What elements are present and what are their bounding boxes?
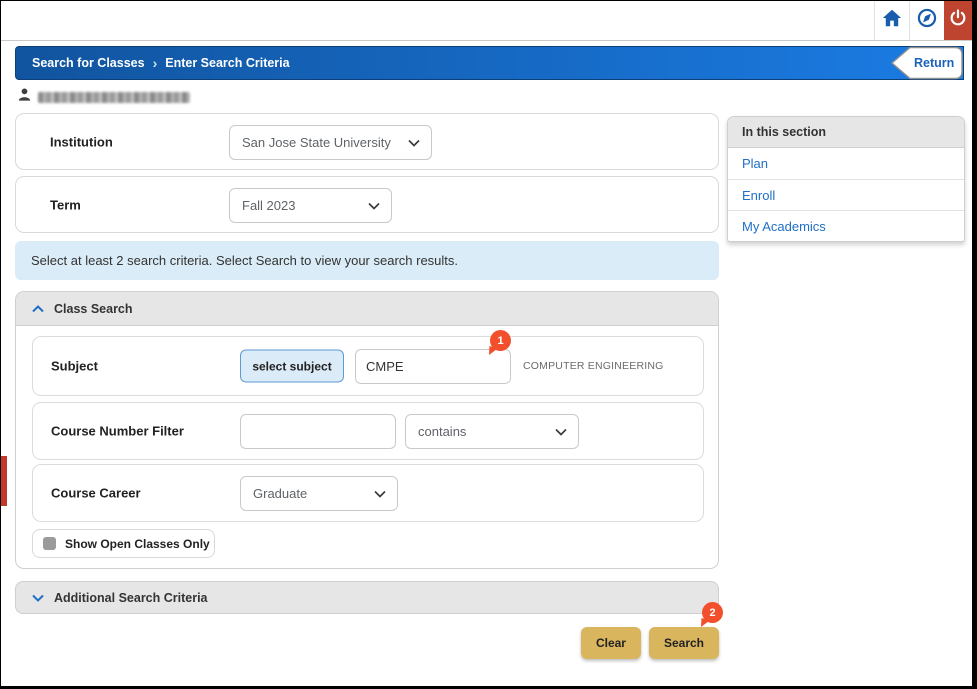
- course-number-operator-select[interactable]: contains: [405, 414, 579, 449]
- breadcrumb-separator: ›: [153, 55, 158, 71]
- show-open-classes-toggle[interactable]: Show Open Classes Only: [32, 529, 215, 558]
- navbar-button[interactable]: [909, 1, 944, 40]
- subject-label: Subject: [51, 359, 98, 374]
- navbar-compass-icon: [916, 7, 938, 34]
- home-icon: [881, 7, 903, 34]
- annotation-badge-1: 1: [490, 330, 511, 351]
- institution-label: Institution: [50, 134, 113, 149]
- breadcrumb-enter-search-criteria: Enter Search Criteria: [165, 56, 289, 70]
- course-number-operator-value: contains: [418, 424, 466, 439]
- chevron-up-icon: [32, 305, 44, 313]
- course-career-select[interactable]: Graduate: [240, 476, 398, 511]
- form-actions: Clear Search: [15, 627, 719, 659]
- sign-out-power-icon: [948, 8, 968, 33]
- sidebar-link-plan[interactable]: Plan: [728, 148, 964, 179]
- class-search-section: Class Search Subject select subject COMP…: [15, 291, 719, 569]
- subject-input[interactable]: [355, 349, 511, 384]
- class-search-title: Class Search: [54, 302, 133, 316]
- chevron-down-icon: [408, 139, 420, 147]
- chevron-down-icon: [368, 202, 380, 210]
- search-button[interactable]: Search: [649, 627, 719, 659]
- subject-description: COMPUTER ENGINEERING: [523, 360, 664, 372]
- subject-row: Subject select subject COMPUTER ENGINEER…: [32, 336, 704, 396]
- return-button[interactable]: Return: [890, 46, 964, 80]
- course-career-label: Course Career: [51, 486, 141, 501]
- institution-value: San Jose State University: [242, 135, 391, 150]
- additional-search-criteria-header[interactable]: Additional Search Criteria: [15, 581, 719, 614]
- user-name-redacted: [38, 92, 190, 103]
- user-identity: [17, 87, 190, 107]
- person-icon: [17, 87, 32, 108]
- breadcrumb-search-for-classes[interactable]: Search for Classes: [32, 56, 145, 70]
- top-toolbar: [1, 1, 972, 41]
- search-for-classes-page: Search for Classes › Enter Search Criter…: [0, 0, 977, 689]
- sidebar-link-my-academics[interactable]: My Academics: [728, 210, 964, 241]
- term-label: Term: [50, 197, 81, 212]
- home-button[interactable]: [874, 1, 909, 40]
- additional-search-criteria-title: Additional Search Criteria: [54, 591, 208, 605]
- institution-row: Institution San Jose State University: [15, 113, 719, 170]
- return-button-label: Return: [914, 46, 954, 80]
- course-number-label: Course Number Filter: [51, 424, 184, 439]
- checkbox-unchecked-icon[interactable]: [43, 537, 56, 550]
- course-career-value: Graduate: [253, 486, 307, 501]
- in-this-section-title: In this section: [728, 117, 964, 148]
- show-open-classes-label: Show Open Classes Only: [65, 537, 210, 551]
- institution-select[interactable]: San Jose State University: [229, 125, 432, 160]
- sign-out-button[interactable]: [944, 1, 972, 40]
- clear-button[interactable]: Clear: [581, 627, 641, 659]
- chevron-down-icon: [32, 594, 44, 602]
- annotation-badge-2: 2: [702, 602, 723, 623]
- course-career-row: Course Career Graduate: [32, 464, 704, 522]
- select-subject-button[interactable]: select subject: [240, 350, 344, 383]
- sidebar-link-enroll[interactable]: Enroll: [728, 179, 964, 210]
- term-row: Term Fall 2023: [15, 176, 719, 233]
- term-select[interactable]: Fall 2023: [229, 188, 392, 223]
- class-search-header[interactable]: Class Search: [16, 292, 718, 326]
- course-number-input[interactable]: [240, 414, 396, 449]
- left-edge-red-marker: [1, 456, 7, 506]
- breadcrumb-bar: Search for Classes › Enter Search Criter…: [15, 46, 964, 80]
- chevron-down-icon: [374, 490, 386, 498]
- course-number-row: Course Number Filter contains: [32, 402, 704, 460]
- search-criteria-notice: Select at least 2 search criteria. Selec…: [15, 241, 719, 280]
- term-value: Fall 2023: [242, 198, 295, 213]
- chevron-down-icon: [555, 428, 567, 436]
- in-this-section-panel: In this section Plan Enroll My Academics: [727, 116, 965, 242]
